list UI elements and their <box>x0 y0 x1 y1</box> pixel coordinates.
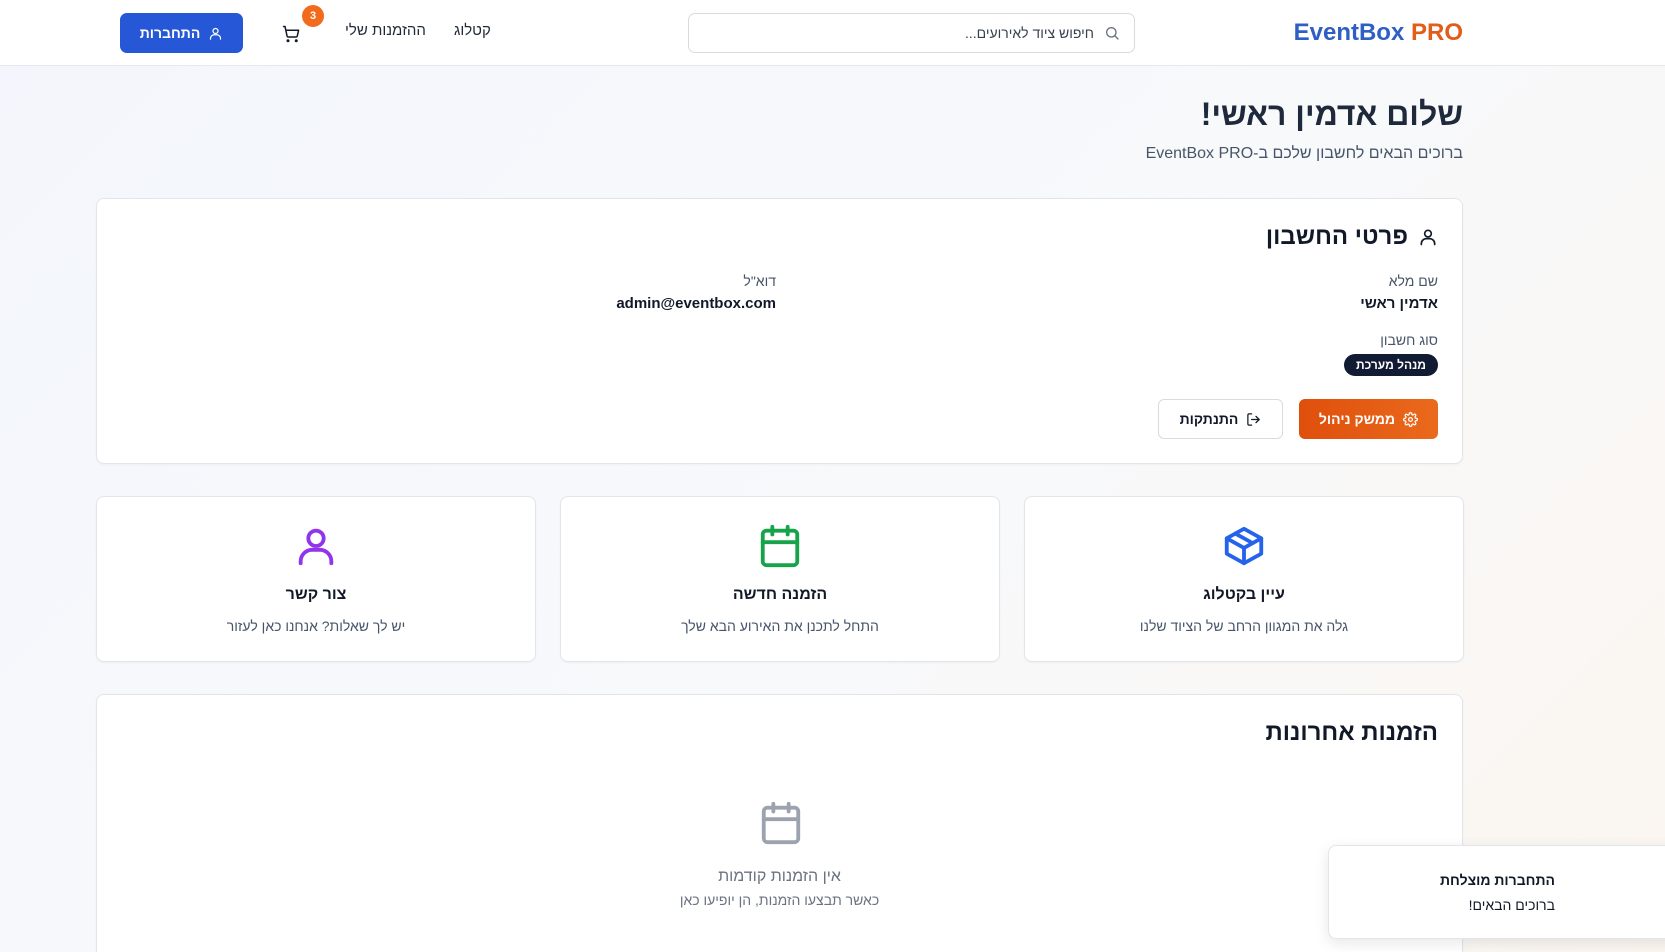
action-card-title: צור קשר <box>285 586 347 603</box>
recent-orders-title: הזמנות אחרונות <box>1265 719 1438 746</box>
user-icon <box>1420 229 1436 246</box>
login-button[interactable]: התחברות <box>120 13 243 53</box>
action-card-description: יש לך שאלות? אנחנו כאן לעזור <box>226 618 406 634</box>
nav-my-orders-link[interactable]: ההזמנות שלי <box>345 22 426 39</box>
account-card-title: פרטי החשבון <box>1266 223 1438 251</box>
action-card-title: עיין בקטלוג <box>1203 586 1285 603</box>
logo[interactable]: EventBox PRO <box>1294 19 1463 49</box>
account-type-badge: מנהל מערכת <box>1343 354 1438 376</box>
search-input[interactable] <box>703 25 1094 41</box>
logo-text-eventbox: EventBox <box>1293 19 1405 46</box>
action-card-description: התחל לתכנן את האירוע הבא שלך <box>681 618 879 634</box>
action-card-title: הזמנה חדשה <box>732 586 828 603</box>
account-type-label: סוג חשבון <box>1380 332 1438 348</box>
cart-count-badge: 3 <box>302 5 324 27</box>
page-subtitle: ברוכים הבאים לחשבון שלכם ב-EventBox PRO <box>1145 145 1463 162</box>
full-name-value: אדמין ראשי <box>1360 295 1438 312</box>
email-label: דוא"ל <box>743 273 776 289</box>
logout-icon <box>1247 412 1261 426</box>
settings-gear-icon <box>1403 411 1419 427</box>
empty-state-subtitle: כאשר תבצעו הזמנות, הן יופיעו כאן <box>679 892 880 908</box>
cart-button[interactable] <box>277 20 305 48</box>
recent-orders-card: הזמנות אחרונות אין הזמנות קודמות כאשר תב… <box>96 694 1463 952</box>
account-card-title-text: פרטי החשבון <box>1265 223 1408 250</box>
logout-button-label: התנתקות <box>1179 411 1239 427</box>
toast-description: ברוכים הבאים! <box>1468 897 1555 913</box>
page-title: שלום אדמין ראשי! <box>1200 96 1463 132</box>
package-icon <box>1224 526 1264 566</box>
account-details-card: פרטי החשבון שם מלא אדמין ראשי דוא"ל admi… <box>96 198 1463 464</box>
user-icon <box>298 528 334 566</box>
search-box <box>688 13 1135 53</box>
login-button-label: התחברות <box>139 25 201 41</box>
empty-state-title: אין הזמנות קודמות <box>718 868 841 885</box>
action-card-contact[interactable]: צור קשר יש לך שאלות? אנחנו כאן לעזור <box>96 496 536 662</box>
toast-notification[interactable]: התחברות מוצלחת ברוכים הבאים! <box>1328 845 1665 939</box>
toast-title: התחברות מוצלחת <box>1440 872 1555 888</box>
admin-panel-button-label: ממשק ניהול <box>1318 411 1396 427</box>
top-header: EventBox PRO קטלוג ההזמנות שלי 3 התחברות <box>0 0 1665 66</box>
nav-catalog-link[interactable]: קטלוג <box>454 22 491 39</box>
action-card-description: גלה את המגוון הרחב של הציוד שלנו <box>1139 618 1349 634</box>
search-icon <box>1106 27 1119 40</box>
user-icon <box>210 27 222 40</box>
action-card-new-order[interactable]: הזמנה חדשה התחל לתכנן את האירוע הבא שלך <box>560 496 1000 662</box>
admin-panel-button[interactable]: ממשק ניהול <box>1299 399 1438 439</box>
full-name-label: שם מלא <box>1388 273 1438 289</box>
action-card-browse-catalog[interactable]: עיין בקטלוג גלה את המגוון הרחב של הציוד … <box>1024 496 1464 662</box>
shopping-cart-icon <box>282 25 300 43</box>
logo-text-pro: PRO <box>1404 19 1463 46</box>
calendar-icon <box>761 801 801 845</box>
email-value: admin@eventbox.com <box>616 295 776 312</box>
calendar-icon <box>760 524 800 568</box>
logout-button[interactable]: התנתקות <box>1158 399 1283 439</box>
